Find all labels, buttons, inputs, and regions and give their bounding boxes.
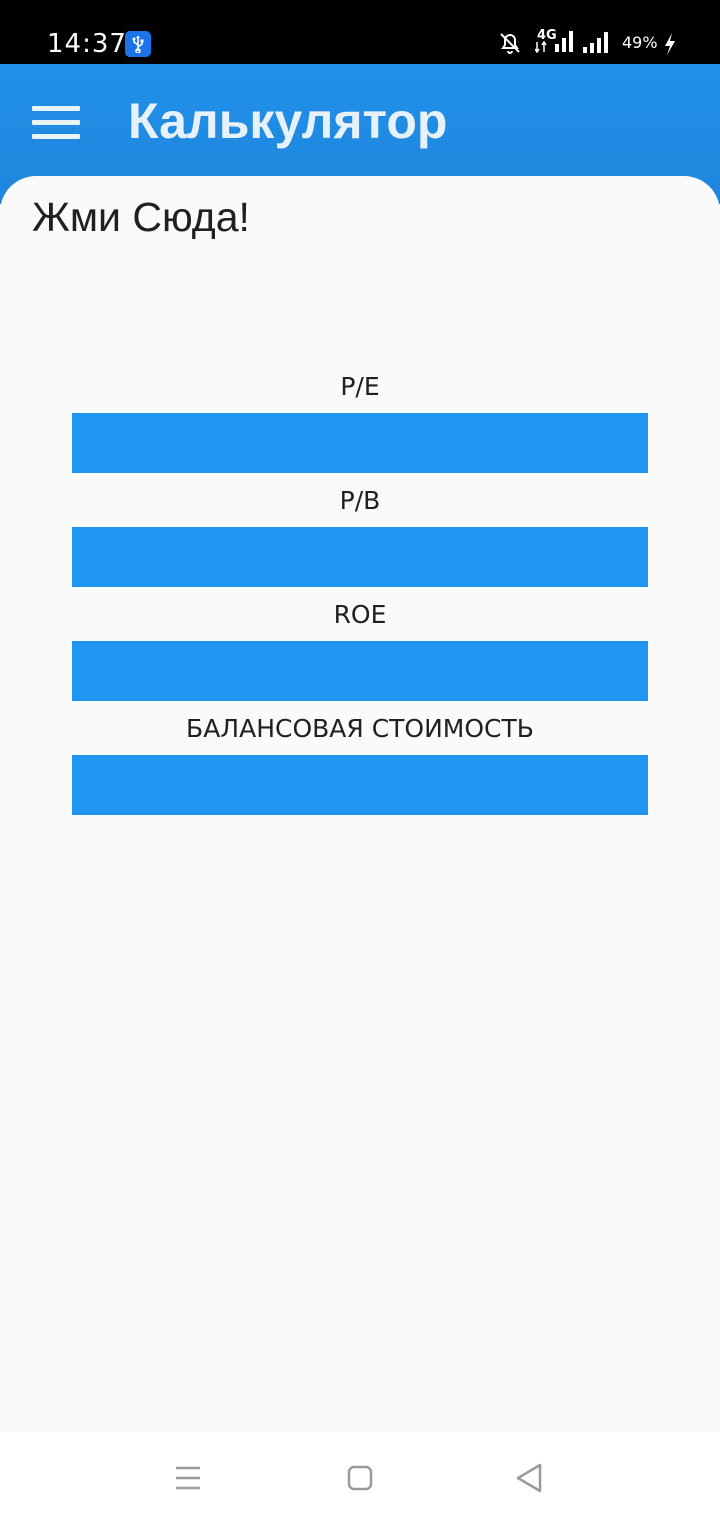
- signal-icon: [583, 32, 608, 53]
- recents-menu-icon[interactable]: [170, 1460, 206, 1496]
- book-value-label: БАЛАНСОВАЯ СТОИМОСТЬ: [186, 714, 534, 743]
- status-bar: 14:37 4G 49%: [0, 0, 720, 64]
- content-card: Жми Сюда! P/E P/B ROE БАЛАНСОВАЯ СТОИМОС…: [0, 176, 720, 1432]
- battery-level: 49%: [622, 33, 658, 52]
- app-title: Калькулятор: [128, 93, 448, 149]
- press-here-prompt[interactable]: Жми Сюда!: [32, 194, 250, 241]
- back-icon[interactable]: [512, 1460, 548, 1496]
- status-time: 14:37: [47, 29, 127, 59]
- roe-input[interactable]: [72, 641, 648, 701]
- home-icon[interactable]: [342, 1460, 378, 1496]
- pe-input[interactable]: [72, 413, 648, 473]
- screen: 14:37 4G 49% Калькулятор Жми Сюда! P/E P…: [0, 0, 720, 1520]
- pe-label: P/E: [340, 372, 380, 401]
- pb-label: P/B: [339, 486, 381, 515]
- menu-icon[interactable]: [32, 106, 80, 139]
- network-4g-icon: 4G: [535, 28, 575, 58]
- navigation-bar: [0, 1432, 720, 1520]
- usb-icon: [125, 31, 151, 57]
- bell-off-icon: [500, 33, 520, 54]
- pb-input[interactable]: [72, 527, 648, 587]
- book-value-input[interactable]: [72, 755, 648, 815]
- roe-label: ROE: [333, 600, 387, 629]
- charging-bolt-icon: [665, 33, 675, 55]
